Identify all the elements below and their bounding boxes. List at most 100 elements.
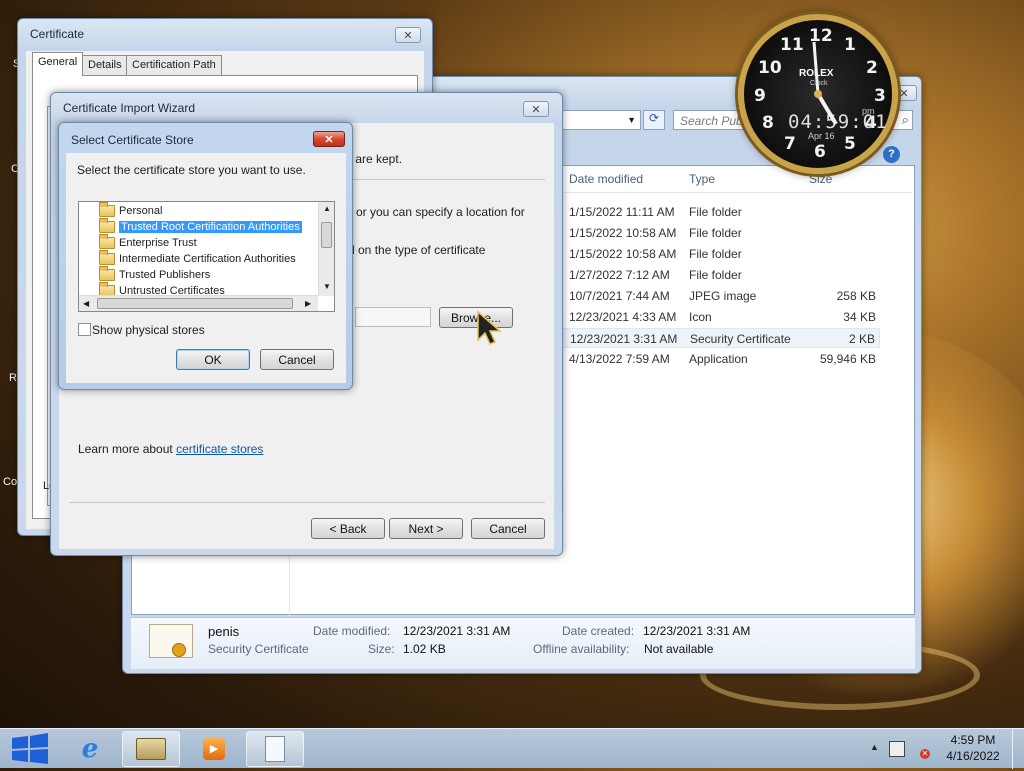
row-type: Icon — [689, 310, 712, 324]
column-header-type[interactable]: Type — [689, 166, 801, 192]
row-type: Application — [689, 352, 748, 366]
taskbar-document-button[interactable] — [246, 731, 304, 767]
tab-details[interactable]: Details — [82, 55, 128, 75]
media-player-icon: ▶ — [203, 738, 225, 760]
tree-item-trusted-publishers[interactable]: Trusted Publishers — [99, 266, 211, 283]
address-bar[interactable]: ▼ — [561, 110, 641, 130]
scroll-down-icon[interactable]: ▼ — [323, 282, 331, 291]
tab-certification-path[interactable]: Certification Path — [126, 55, 222, 75]
wizard-text-2: or you can specify a location for — [356, 205, 525, 219]
network-error-icon: ✕ — [920, 749, 930, 759]
detail-created-label: Date created: — [562, 624, 635, 638]
tree-item-label: Trusted Publishers — [119, 269, 211, 281]
folder-icon — [99, 234, 115, 249]
table-row[interactable]: 12/23/2021 4:33 AM Icon 34 KB — [562, 307, 880, 327]
row-type: File folder — [689, 247, 742, 261]
next-button[interactable]: Next > — [389, 518, 463, 539]
back-button[interactable]: < Back — [311, 518, 385, 539]
certificate-close-button[interactable]: ✕ — [395, 27, 421, 43]
tree-item-enterprise-trust[interactable]: Enterprise Trust — [99, 234, 197, 251]
detail-modified-value: 12/23/2021 3:31 AM — [403, 624, 511, 638]
scroll-thumb[interactable] — [321, 222, 332, 248]
folder-icon — [99, 266, 115, 281]
table-row-selected[interactable]: 12/23/2021 3:31 AM Security Certificate … — [562, 328, 880, 348]
store-path-field[interactable] — [355, 307, 431, 327]
wizard-cancel-button[interactable]: Cancel — [471, 518, 545, 539]
detail-size-label: Size: — [368, 642, 395, 656]
wizard-close-button[interactable]: ✕ — [523, 101, 549, 117]
start-button[interactable] — [4, 730, 56, 768]
refresh-button[interactable]: ⟳ — [643, 110, 665, 130]
row-type: JPEG image — [689, 289, 757, 303]
folder-icon — [99, 202, 115, 217]
library-folder-icon — [136, 738, 166, 760]
store-dialog-title: Select Certificate Store — [71, 133, 194, 147]
tray-show-hidden-icon[interactable]: ▲ — [870, 742, 879, 752]
tree-item-label: Enterprise Trust — [119, 237, 197, 249]
table-row[interactable]: 4/13/2022 7:59 AM Application 59,946 KB — [562, 349, 880, 369]
wizard-divider-bottom — [69, 502, 545, 503]
table-row[interactable]: 1/15/2022 11:11 AM File folder — [562, 202, 880, 222]
tree-item-intermediate[interactable]: Intermediate Certification Authorities — [99, 250, 296, 267]
certificate-store-tree[interactable]: Personal Trusted Root Certification Auth… — [78, 201, 335, 312]
row-size: 258 KB — [836, 289, 876, 303]
desktop-edge-text-4: Co — [3, 476, 18, 488]
detail-offline-value: Not available — [644, 642, 714, 656]
certificate-title: Certificate — [30, 27, 85, 41]
address-dropdown-icon[interactable]: ▼ — [627, 115, 636, 125]
certificate-seal-icon — [172, 643, 186, 657]
store-cancel-button[interactable]: Cancel — [260, 349, 334, 370]
table-row[interactable]: 1/27/2022 7:12 AM File folder — [562, 265, 880, 285]
tree-item-trusted-root[interactable]: Trusted Root Certification Authorities — [99, 218, 302, 235]
row-date: 4/13/2022 7:59 AM — [569, 352, 670, 366]
table-row[interactable]: 1/15/2022 10:58 AM File folder — [562, 244, 880, 264]
detail-file-name: penis — [208, 624, 240, 639]
taskbar-ie-button[interactable]: e — [62, 731, 118, 767]
row-date: 1/27/2022 7:12 AM — [569, 268, 670, 282]
table-row[interactable]: 1/15/2022 10:58 AM File folder — [562, 223, 880, 243]
tray-devices-icon[interactable] — [889, 741, 905, 757]
row-date: 1/15/2022 10:58 AM — [569, 226, 677, 240]
scroll-right-icon[interactable]: ▶ — [305, 299, 311, 308]
tray-time: 4:59 PM — [950, 733, 996, 747]
show-desktop-button[interactable] — [1012, 729, 1024, 769]
wizard-title: Certificate Import Wizard — [63, 101, 196, 115]
row-type: File folder — [689, 205, 742, 219]
mouse-cursor-icon — [477, 310, 502, 345]
column-header-date[interactable]: Date modified — [569, 166, 681, 192]
row-type: File folder — [689, 268, 742, 282]
column-header-line — [562, 192, 912, 193]
scroll-up-icon[interactable]: ▲ — [323, 204, 331, 213]
tab-general[interactable]: General — [32, 52, 84, 76]
store-dialog-close-button[interactable]: ✕ — [313, 131, 345, 147]
ok-button[interactable]: OK — [176, 349, 250, 370]
tree-vertical-scrollbar[interactable]: ▲ ▼ — [318, 202, 334, 296]
detail-offline-label: Offline availability: — [533, 642, 630, 656]
row-size: 59,946 KB — [819, 352, 876, 366]
taskbar-media-player-button[interactable]: ▶ — [186, 731, 242, 767]
row-date: 1/15/2022 11:11 AM — [569, 205, 675, 219]
table-row[interactable]: 10/7/2021 7:44 AM JPEG image 258 KB — [562, 286, 880, 306]
row-size: 2 KB — [848, 332, 875, 346]
taskbar-explorer-button[interactable] — [122, 731, 180, 767]
row-type: Security Certificate — [690, 332, 791, 346]
tree-item-personal[interactable]: Personal — [99, 202, 162, 219]
detail-modified-label: Date modified: — [313, 624, 391, 638]
internet-explorer-icon: e — [81, 734, 99, 764]
search-input[interactable]: Search Publ — [680, 114, 745, 128]
tray-clock[interactable]: 4:59 PM 4/16/2022 — [938, 733, 1008, 767]
document-icon — [265, 736, 285, 762]
clock-gadget[interactable]: 12 1 2 3 4 5 6 7 8 9 10 11 ROLEX Clock 0… — [738, 14, 898, 174]
certificate-file-icon — [149, 624, 193, 658]
show-physical-checkbox[interactable] — [78, 323, 91, 336]
tree-horizontal-scrollbar[interactable]: ◀ ▶ — [79, 295, 318, 311]
scroll-left-icon[interactable]: ◀ — [83, 299, 89, 308]
tray-network-icon[interactable]: ✕ — [912, 741, 930, 759]
search-icon[interactable]: ⌕ — [902, 112, 909, 128]
row-size: 34 KB — [843, 310, 876, 324]
certificate-stores-link[interactable]: certificate stores — [176, 442, 263, 456]
row-type: File folder — [689, 226, 742, 240]
hscroll-thumb[interactable] — [97, 298, 293, 309]
row-date: 1/15/2022 10:58 AM — [569, 247, 677, 261]
tree-item-label: Trusted Root Certification Authorities — [119, 221, 302, 233]
